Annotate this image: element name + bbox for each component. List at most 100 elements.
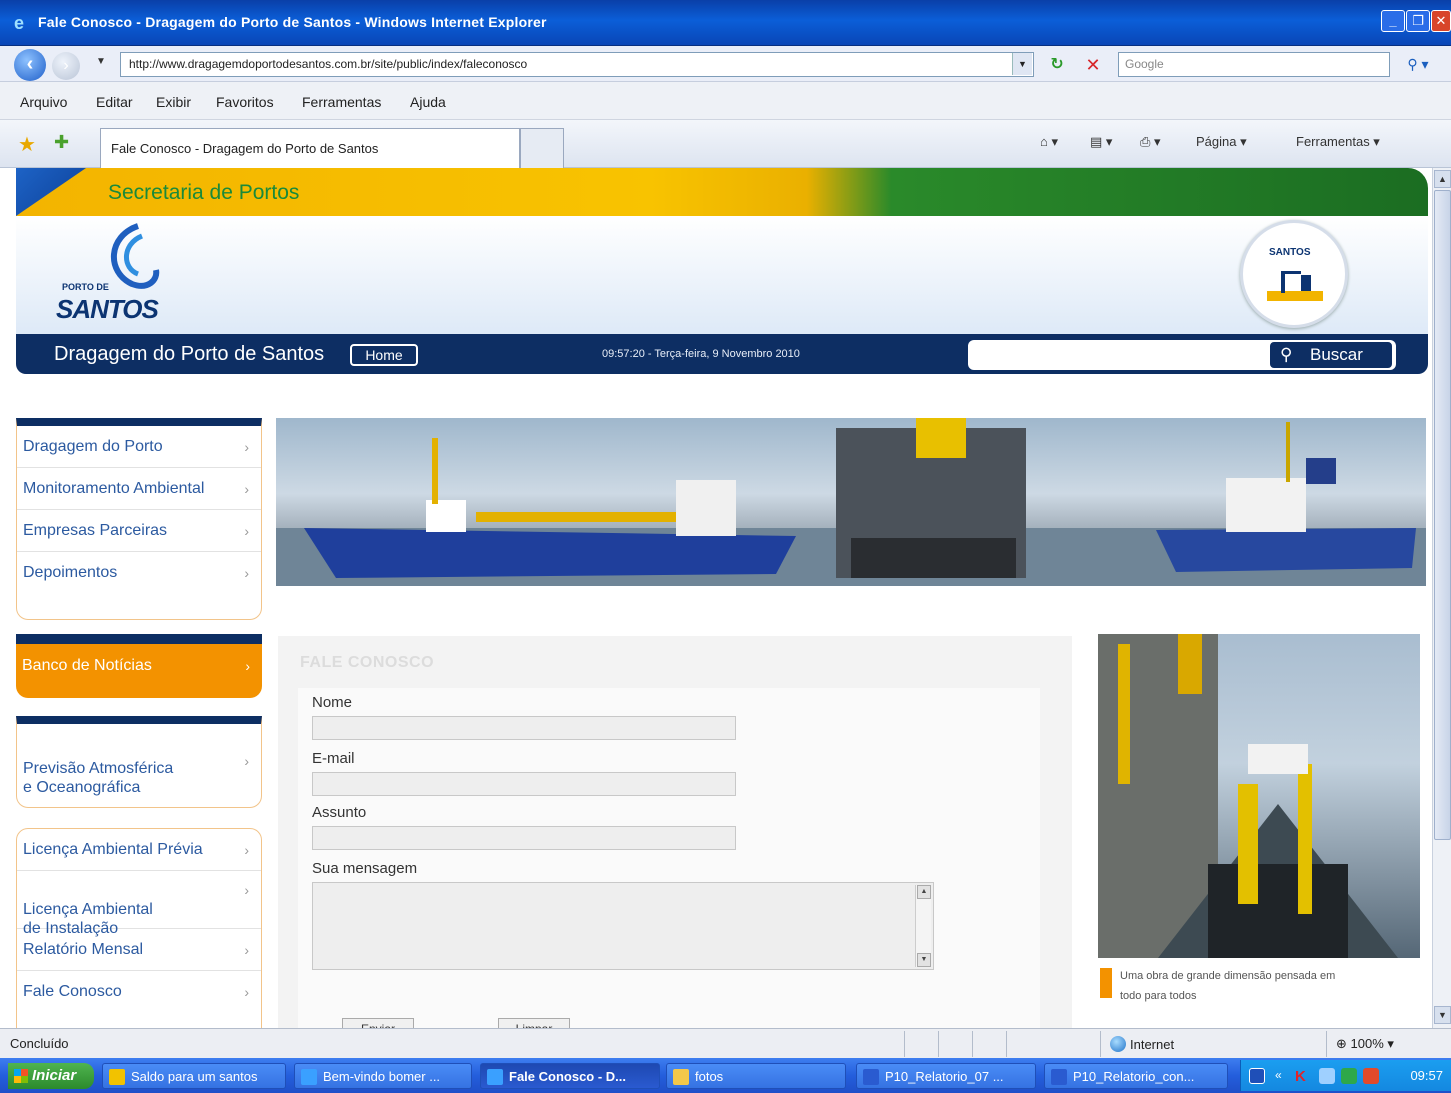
chevron-right-icon: › <box>244 481 249 497</box>
textarea-scrollbar[interactable]: ▲ ▼ <box>915 885 931 967</box>
chevron-right-icon: › <box>244 882 249 898</box>
back-button[interactable]: ‹ <box>14 49 46 81</box>
menu-editar[interactable]: Editar <box>96 94 133 110</box>
start-button[interactable]: Iniciar <box>8 1063 94 1089</box>
window-title: Fale Conosco - Dragagem do Porto de Sant… <box>38 14 547 30</box>
sidebar-item-depoimentos[interactable]: Depoimentos › <box>17 552 261 594</box>
refresh-icon[interactable]: ↻ <box>1044 54 1070 76</box>
sidebar-item-monitoramento[interactable]: Monitoramento Ambiental › <box>17 468 261 510</box>
dredger-deck-image <box>1098 634 1398 958</box>
stop-icon[interactable]: ✕ <box>1080 54 1106 76</box>
status-divider <box>904 1031 905 1057</box>
scroll-up-icon[interactable]: ▲ <box>1434 170 1451 188</box>
print-icon[interactable]: ⎙ ▾ <box>1140 134 1161 150</box>
secretaria-title: Secretaria de Portos <box>108 181 300 204</box>
language-icon[interactable] <box>1249 1068 1265 1084</box>
scroll-down-icon[interactable]: ▼ <box>917 953 931 967</box>
chevron-right-icon: › <box>244 565 249 581</box>
menu-favoritos[interactable]: Favoritos <box>216 94 274 110</box>
word-icon <box>863 1069 879 1085</box>
scroll-thumb[interactable] <box>1434 190 1451 840</box>
sidebar-item-previsao[interactable]: Previsão Atmosférica e Oceanográfica › <box>17 724 261 798</box>
new-tab-button[interactable] <box>520 128 564 168</box>
send-button[interactable]: Enviar <box>342 1018 414 1028</box>
taskbar-item-label: fotos <box>695 1069 724 1084</box>
sidebar-item-fale-conosco[interactable]: Fale Conosco › <box>17 971 261 1013</box>
badge-text: SANTOS <box>1269 247 1311 258</box>
taskbar-item[interactable]: P10_Relatorio_07 ... <box>856 1063 1036 1089</box>
globe-icon <box>1110 1036 1126 1052</box>
url-input[interactable]: http://www.dragagemdoportodesantos.com.b… <box>120 52 1034 77</box>
page-scrollbar[interactable]: ▲ ▼ <box>1432 168 1451 1028</box>
zoom-level[interactable]: ⊕ 100% ▾ <box>1336 1036 1394 1052</box>
expand-tray-icon[interactable]: « <box>1275 1068 1291 1084</box>
sidebar-item-label: Dragagem do Porto <box>23 438 163 455</box>
tools-menu[interactable]: Ferramentas ▾ <box>1296 134 1380 150</box>
sidebar-item-relatorio[interactable]: Relatório Mensal › <box>17 929 261 971</box>
sidebar-group-1: Dragagem do Porto › Monitoramento Ambien… <box>16 418 262 620</box>
security-zone[interactable]: Internet <box>1110 1036 1174 1052</box>
status-divider <box>972 1031 973 1057</box>
chevron-right-icon: › <box>244 523 249 539</box>
ie-icon <box>487 1069 503 1085</box>
scroll-up-icon[interactable]: ▲ <box>917 885 931 899</box>
search-input[interactable]: Google <box>1118 52 1390 77</box>
update-tray-icon[interactable] <box>1363 1068 1379 1084</box>
page-viewport: Secretaria de Portos PORTO DE SANTOS SAN… <box>0 168 1432 1028</box>
zoom-icon: ⊕ <box>1336 1036 1351 1051</box>
favorites-bar: ★ ✚ Fale Conosco - Dragagem do Porto de … <box>0 120 1451 168</box>
close-button[interactable]: ✕ <box>1431 10 1451 32</box>
scroll-down-icon[interactable]: ▼ <box>1434 1006 1451 1024</box>
favorites-star-icon[interactable]: ★ <box>18 132 36 157</box>
dredger-photo-banner <box>276 418 1426 586</box>
sidebar-item-licenca-instalacao[interactable]: Licença Ambiental de Instalação › <box>17 871 261 937</box>
taskbar-item[interactable]: Saldo para um santos <box>102 1063 286 1089</box>
menu-arquivo[interactable]: Arquivo <box>20 94 67 110</box>
network-icon[interactable] <box>1319 1068 1335 1084</box>
taskbar-item[interactable]: Bem-vindo bomer ... <box>294 1063 472 1089</box>
badge-crane-icon <box>1267 271 1323 301</box>
name-field[interactable] <box>312 716 736 740</box>
clear-button[interactable]: Limpar <box>498 1018 570 1028</box>
home-button[interactable]: Home <box>350 344 418 366</box>
sidebar-item-noticias[interactable]: Banco de Notícias › <box>16 634 262 698</box>
taskbar-item[interactable]: P10_Relatorio_con... <box>1044 1063 1228 1089</box>
sidebar-item-licenca-previa[interactable]: Licença Ambiental Prévia › <box>17 829 261 871</box>
word-icon <box>1051 1069 1067 1085</box>
logo-text[interactable]: SANTOS <box>56 294 159 325</box>
chevron-right-icon: › <box>244 753 249 769</box>
email-label: E-mail <box>312 750 355 767</box>
menu-ferramentas[interactable]: Ferramentas <box>302 94 381 110</box>
antivirus-icon[interactable]: K <box>1295 1068 1311 1085</box>
sidebar-item-dragagem[interactable]: Dragagem do Porto › <box>17 426 261 468</box>
email-field[interactable] <box>312 772 736 796</box>
history-dropdown-icon[interactable]: ▼ <box>96 56 106 67</box>
taskbar-item-active[interactable]: Fale Conosco - D... <box>480 1063 660 1089</box>
subject-field[interactable] <box>312 826 736 850</box>
status-divider <box>938 1031 939 1057</box>
forward-button[interactable]: › <box>52 52 80 80</box>
url-dropdown-icon[interactable]: ▼ <box>1012 53 1032 75</box>
minimize-button[interactable]: _ <box>1381 10 1405 32</box>
window-titlebar: e Fale Conosco - Dragagem do Porto de Sa… <box>0 0 1451 46</box>
buscar-button[interactable]: ⚲ Buscar <box>1268 340 1394 370</box>
menu-ajuda[interactable]: Ajuda <box>410 94 446 110</box>
message-textarea[interactable]: ▲ ▼ <box>312 882 934 970</box>
add-favorite-icon[interactable]: ✚ <box>54 132 69 153</box>
sidebar-item-empresas[interactable]: Empresas Parceiras › <box>17 510 261 552</box>
search-icon[interactable]: ⚲ ▾ <box>1398 53 1438 76</box>
feeds-icon[interactable]: ▤ ▾ <box>1090 134 1112 150</box>
status-divider <box>1006 1031 1007 1057</box>
maximize-button[interactable]: ❐ <box>1406 10 1430 32</box>
tab-fale-conosco[interactable]: Fale Conosco - Dragagem do Porto de Sant… <box>100 128 520 168</box>
home-icon[interactable]: ⌂ ▾ <box>1040 134 1058 150</box>
subject-label: Assunto <box>312 804 367 821</box>
taskbar-item-label: P10_Relatorio_07 ... <box>885 1069 1004 1084</box>
taskbar-item[interactable]: fotos <box>666 1063 846 1089</box>
status-text: Concluído <box>10 1036 69 1051</box>
chevron-right-icon: › <box>244 984 249 1000</box>
app-tray-icon[interactable] <box>1341 1068 1357 1084</box>
photo-caption: Uma obra de grande dimensão pensada em t… <box>1120 970 1336 1002</box>
menu-exibir[interactable]: Exibir <box>156 94 191 110</box>
page-menu[interactable]: Página ▾ <box>1196 134 1247 150</box>
